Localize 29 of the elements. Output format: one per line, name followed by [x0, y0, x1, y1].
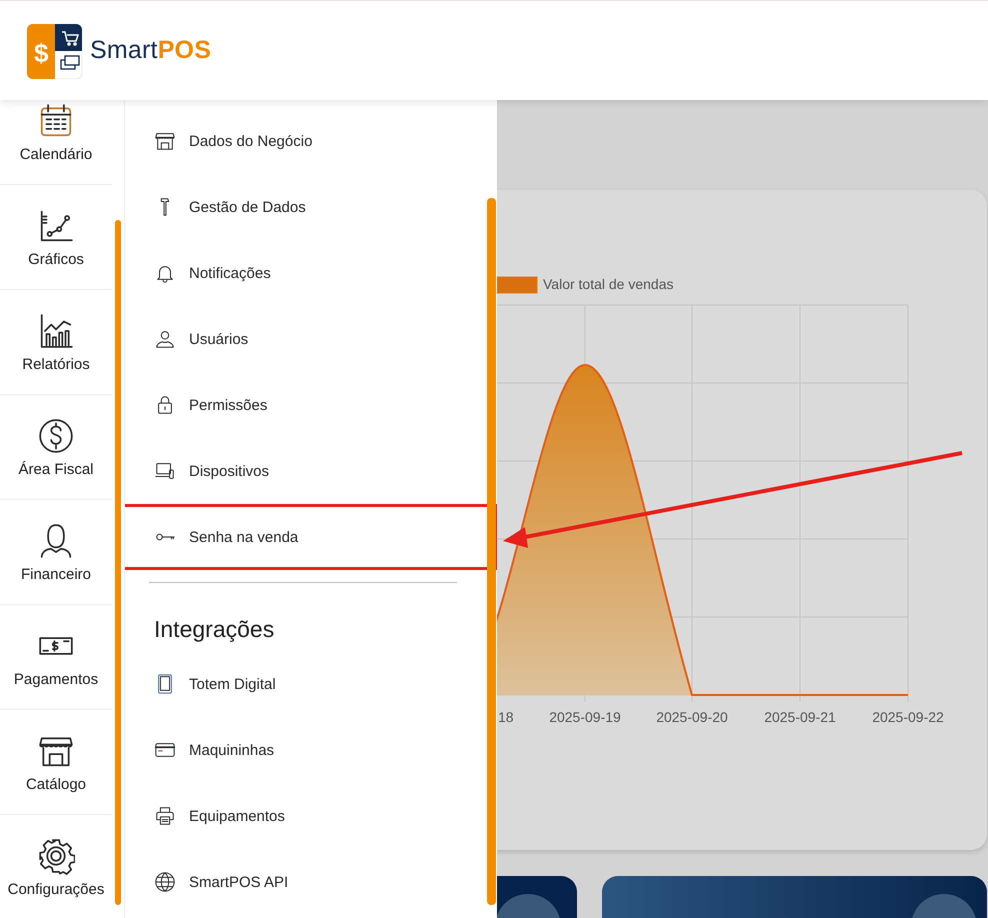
scrollbar[interactable] — [487, 198, 496, 905]
axis-label: 18 — [498, 709, 514, 725]
devices-icon — [154, 460, 176, 482]
menu-item[interactable]: Gestão de Dados — [125, 174, 497, 240]
axis-label: 2025-09-22 — [871, 709, 945, 725]
menu-item[interactable]: Notificações — [125, 240, 497, 306]
axis-label: 2025-09-21 — [763, 709, 837, 725]
axis-label: 2025-09-20 — [655, 709, 729, 725]
scrollbar[interactable] — [115, 220, 121, 905]
printer-icon — [154, 805, 176, 827]
menu-item[interactable]: Dispositivos — [125, 438, 497, 504]
user-icon — [154, 328, 176, 350]
menu-item[interactable]: Usuários — [125, 306, 497, 372]
dollar-icon — [37, 416, 75, 454]
axis-label: 2025-09-19 — [548, 709, 622, 725]
logo-icon: $ — [27, 24, 82, 78]
settings-icon — [37, 836, 75, 874]
menu-item[interactable]: SmartPOS API — [125, 849, 497, 915]
menu-item[interactable]: Totem Digital — [125, 651, 497, 717]
menu-item[interactable]: Maquininhas — [125, 717, 497, 783]
menu-item[interactable]: Dados do Negócio — [125, 108, 497, 174]
section-title: Integrações — [153, 615, 276, 644]
menu-item[interactable]: Senha na venda — [125, 504, 497, 570]
menu-item[interactable]: Equipamentos — [125, 783, 497, 849]
legend-label: Valor total de vendas — [543, 276, 674, 292]
globe-icon — [154, 871, 176, 893]
brand-name: SmartPOS — [90, 36, 212, 65]
menu-item[interactable]: Permissões — [125, 372, 497, 438]
store-icon — [154, 130, 176, 152]
